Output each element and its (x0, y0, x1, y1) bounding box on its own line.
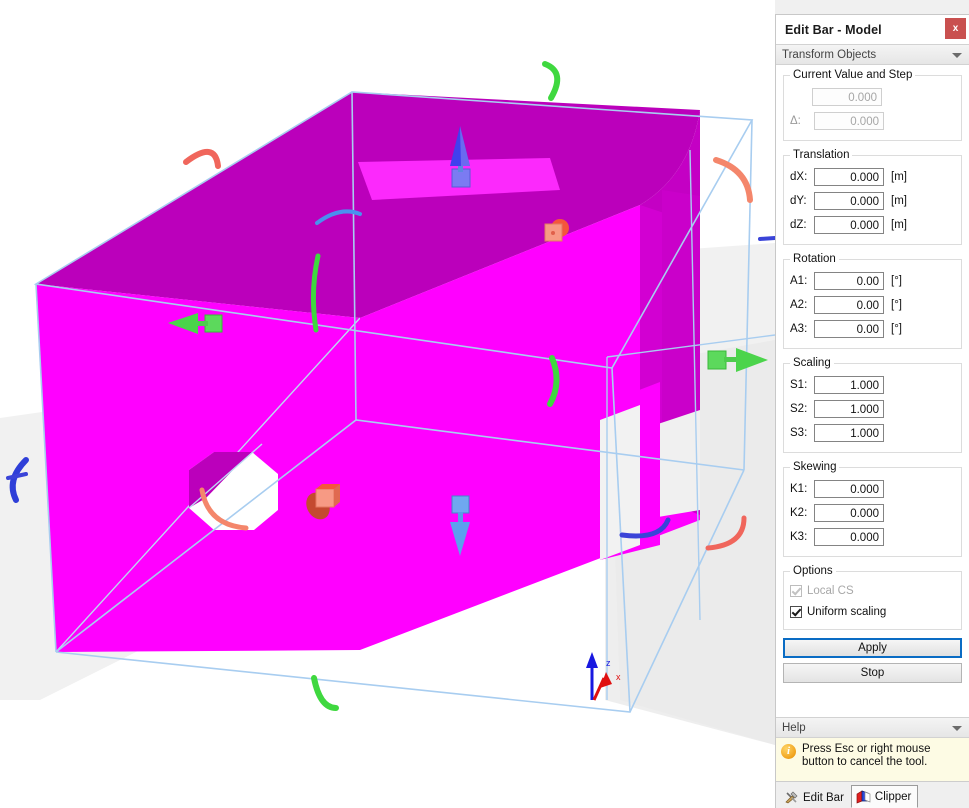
a1-unit: [°] (891, 275, 902, 287)
uniform-scaling-label: Uniform scaling (807, 606, 887, 618)
scaling-s3-row: S3: 1.000 (788, 422, 957, 444)
a1-field[interactable]: 0.00 (814, 272, 884, 290)
panel-title: Edit Bar - Model (785, 22, 882, 37)
info-icon: i (781, 744, 796, 759)
dy-unit: [m] (891, 195, 907, 207)
help-label: Help (782, 721, 806, 734)
axis-z-label: z (606, 658, 611, 668)
k3-label: K3: (790, 531, 808, 543)
transform-objects-label: Transform Objects (782, 48, 877, 61)
translation-dy-row: dY: 0.000 [m] (788, 190, 957, 212)
uniform-scaling-checkbox[interactable] (790, 606, 802, 618)
close-icon[interactable]: x (945, 18, 966, 39)
s2-label: S2: (790, 403, 808, 415)
dz-field[interactable]: 0.000 (814, 216, 884, 234)
rotation-a2-row: A2: 0.00 [°] (788, 294, 957, 316)
tools-icon (785, 791, 799, 804)
dz-label: dZ: (790, 219, 807, 231)
help-message: Press Esc or right mouse button to cance… (802, 743, 931, 768)
dy-label: dY: (790, 195, 807, 207)
k3-field[interactable]: 0.000 (814, 528, 884, 546)
a3-unit: [°] (891, 323, 902, 335)
a3-field[interactable]: 0.00 (814, 320, 884, 338)
a2-unit: [°] (891, 299, 902, 311)
translation-legend: Translation (793, 149, 850, 161)
bbox-tick-right (758, 236, 775, 241)
stop-button[interactable]: Stop (783, 663, 962, 683)
skewing-group: Skewing K1: 0.000 K2: 0.000 K3: 0.000 (783, 461, 962, 557)
tab-edit-bar-label: Edit Bar (803, 791, 844, 804)
viewport-canvas[interactable]: z x (0, 0, 775, 808)
chevron-down-icon[interactable] (952, 52, 962, 58)
s3-label: S3: (790, 427, 808, 439)
skewing-legend: Skewing (793, 461, 837, 473)
transform-objects-header[interactable]: Transform Objects (776, 44, 969, 65)
a2-label: A2: (790, 299, 808, 311)
a2-field[interactable]: 0.00 (814, 296, 884, 314)
local-cs-row[interactable]: Local CS (790, 581, 957, 601)
step-row: Δ: 0.000 (788, 110, 957, 132)
k2-field[interactable]: 0.000 (814, 504, 884, 522)
current-value-field[interactable]: 0.000 (812, 88, 882, 106)
help-body: i Press Esc or right mouse button to can… (776, 738, 969, 781)
skewing-k3-row: K3: 0.000 (788, 526, 957, 548)
panel-title-bar[interactable]: Edit Bar - Model x (776, 15, 969, 44)
help-header[interactable]: Help (776, 717, 969, 738)
tab-clipper-label: Clipper (874, 790, 912, 803)
translation-dz-row: dZ: 0.000 [m] (788, 214, 957, 236)
options-legend: Options (793, 565, 833, 577)
tab-edit-bar[interactable]: Edit Bar (780, 787, 851, 808)
dx-field[interactable]: 0.000 (814, 168, 884, 186)
panel-body: Current Value and Step 0.000 Δ: 0.000 Tr… (776, 65, 969, 717)
scaling-s2-row: S2: 1.000 (788, 398, 957, 420)
rotation-a3-row: A3: 0.00 [°] (788, 318, 957, 340)
k1-label: K1: (790, 483, 808, 495)
scaling-s1-row: S1: 1.000 (788, 374, 957, 396)
scaling-legend: Scaling (793, 357, 831, 369)
current-value-row: 0.000 (788, 86, 957, 108)
s2-field[interactable]: 1.000 (814, 400, 884, 418)
edit-bar-panel: Edit Bar - Model x Transform Objects Cur… (775, 0, 969, 808)
dy-field[interactable]: 0.000 (814, 192, 884, 210)
step-field[interactable]: 0.000 (814, 112, 884, 130)
model-3d-viewport[interactable]: z x (0, 0, 775, 808)
uniform-scaling-row[interactable]: Uniform scaling (790, 602, 957, 622)
panel-tabstrip: Edit Bar Clipper (776, 781, 969, 808)
scaling-group: Scaling S1: 1.000 S2: 1.000 S3: 1.000 (783, 357, 962, 453)
options-group: Options Local CS Uniform scaling (783, 565, 962, 630)
current-value-group: Current Value and Step 0.000 Δ: 0.000 (783, 69, 962, 141)
skewing-k2-row: K2: 0.000 (788, 502, 957, 524)
rotation-group: Rotation A1: 0.00 [°] A2: 0.00 [°] A3: 0… (783, 253, 962, 349)
step-label: Δ: (790, 115, 801, 127)
chevron-down-icon[interactable] (952, 725, 962, 731)
dx-label: dX: (790, 171, 808, 183)
rotation-legend: Rotation (793, 253, 836, 265)
axis-x-label: x (616, 672, 621, 682)
a1-label: A1: (790, 275, 808, 287)
k1-field[interactable]: 0.000 (814, 480, 884, 498)
apply-button[interactable]: Apply (783, 638, 962, 658)
clipper-box-icon (856, 789, 871, 804)
s1-label: S1: (790, 379, 808, 391)
skewing-k1-row: K1: 0.000 (788, 478, 957, 500)
a3-label: A3: (790, 323, 808, 335)
k2-label: K2: (790, 507, 808, 519)
local-cs-checkbox (790, 585, 802, 597)
translation-group: Translation dX: 0.000 [m] dY: 0.000 [m] … (783, 149, 962, 245)
local-cs-label: Local CS (807, 585, 854, 597)
tab-clipper[interactable]: Clipper (850, 785, 919, 808)
current-value-legend: Current Value and Step (793, 69, 913, 81)
rotation-a1-row: A1: 0.00 [°] (788, 270, 957, 292)
s3-field[interactable]: 1.000 (814, 424, 884, 442)
dx-unit: [m] (891, 171, 907, 183)
translation-dx-row: dX: 0.000 [m] (788, 166, 957, 188)
s1-field[interactable]: 1.000 (814, 376, 884, 394)
dz-unit: [m] (891, 219, 907, 231)
